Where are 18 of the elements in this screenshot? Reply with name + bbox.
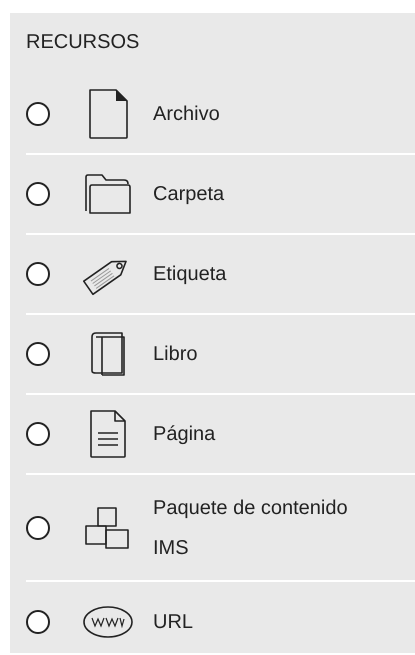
web-link-icon — [82, 605, 134, 639]
resource-label[interactable]: URL — [153, 602, 373, 642]
resource-label[interactable]: Página — [153, 414, 373, 454]
resource-label[interactable]: Libro — [153, 334, 373, 374]
resource-label[interactable]: Archivo — [153, 94, 373, 134]
radio-button[interactable] — [26, 102, 50, 126]
boxes-icon — [84, 506, 132, 550]
radio-button[interactable] — [26, 422, 50, 446]
radio-button[interactable] — [26, 610, 50, 634]
resource-label[interactable]: Carpeta — [153, 174, 373, 214]
radio-button[interactable] — [26, 342, 50, 366]
resource-label[interactable]: Etiqueta — [153, 254, 373, 294]
radio-button[interactable] — [26, 262, 50, 286]
folder-icon — [84, 173, 132, 215]
resource-label[interactable]: Paquete de contenido IMS — [153, 488, 373, 568]
radio-button[interactable] — [26, 516, 50, 540]
radio-button[interactable] — [26, 182, 50, 206]
section-title: RECURSOS — [26, 30, 140, 55]
